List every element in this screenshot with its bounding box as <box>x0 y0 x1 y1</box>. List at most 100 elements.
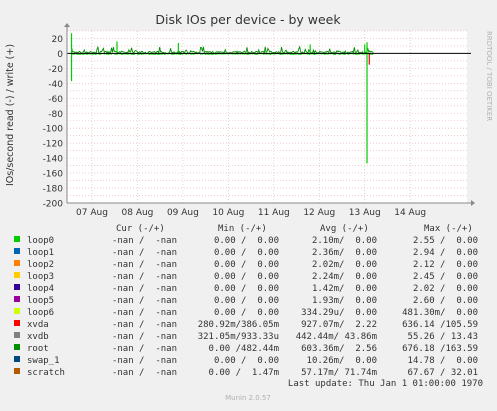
legend-name: loop2 <box>27 260 54 270</box>
header-max: Max (-/+) <box>424 224 473 234</box>
legend-name: root <box>27 344 49 354</box>
legend-cur: -nan / -nan <box>112 332 177 342</box>
header-cur: Cur (-/+) <box>116 224 165 234</box>
x-tick-label: 09 Aug <box>167 208 199 218</box>
legend-avg: 1.93m/ 0.00 <box>312 296 377 306</box>
y-tick-label: -100 <box>43 125 64 135</box>
legend-swatch <box>14 236 20 242</box>
legend-swatch <box>14 248 20 254</box>
legend-name: swap_1 <box>27 356 60 366</box>
y-tick-label: -200 <box>43 200 64 210</box>
x-tick-labels: 07 Aug 08 Aug 09 Aug 10 Aug 11 Aug 12 Aug 13 A… <box>76 208 426 218</box>
legend-max: 481.30m/ 0.00 <box>402 308 478 318</box>
legend-swatch <box>14 332 20 338</box>
header-avg: Avg (-/+) <box>320 224 369 234</box>
legend-cur: -nan / -nan <box>112 236 177 246</box>
legend-min: 0.00 /482.44m <box>209 344 279 354</box>
legend-max: 55.26 / 13.43 <box>408 332 478 342</box>
legend-swatch <box>14 260 20 266</box>
legend-table: Cur (-/+) Min (-/+) Avg (-/+) Max (-/+) … <box>14 224 478 378</box>
x-tick-label: 08 Aug <box>122 208 154 218</box>
legend-cur: -nan / -nan <box>112 272 177 282</box>
legend-max: 2.94 / 0.00 <box>413 248 478 258</box>
munin-graph: Disk IOs per device - by week RRDTOOL / … <box>0 0 497 407</box>
legend-cur: -nan / -nan <box>112 296 177 306</box>
legend-avg: 2.10m/ 0.00 <box>312 236 377 246</box>
legend-min: 280.92m/386.05m <box>198 320 279 330</box>
legend-avg: 927.07m/ 2.22 <box>301 320 377 330</box>
legend-cur: -nan / -nan <box>112 308 177 318</box>
y-axis-label: IOs/second read (-) / write (+) <box>5 44 16 186</box>
x-tick-label: 07 Aug <box>76 208 108 218</box>
legend-swatch <box>14 284 20 290</box>
legend-max: 67.67 / 32.01 <box>408 368 478 378</box>
legend-max: 2.12 / 0.00 <box>413 260 478 270</box>
x-tick-label: 13 Aug <box>349 208 381 218</box>
y-tick-label: -80 <box>48 110 63 120</box>
legend-avg: 2.24m/ 0.00 <box>312 272 377 282</box>
legend-min: 0.00 / 0.00 <box>214 272 279 282</box>
legend-avg: 2.02m/ 0.00 <box>312 260 377 270</box>
legend-swatch <box>14 308 20 314</box>
legend-max: 2.45 / 0.00 <box>413 272 478 282</box>
plot-area <box>67 31 467 203</box>
legend-avg: 57.17m/ 71.74m <box>301 368 377 378</box>
legend-cur: -nan / -nan <box>112 260 177 270</box>
chart-svg: Disk IOs per device - by week RRDTOOL / … <box>5 12 493 402</box>
y-tick-label: -60 <box>48 95 63 105</box>
legend-avg: 334.29u/ 0.00 <box>301 308 377 318</box>
y-tick-labels: 20 0 -20 -40 -60 -80 -100 -120 -140 -160 -180 -200 <box>43 35 64 210</box>
legend-cur: -nan / -nan <box>112 320 177 330</box>
y-tick-label: -40 <box>48 80 63 90</box>
legend-name: loop5 <box>27 296 54 306</box>
legend-cur: -nan / -nan <box>112 368 177 378</box>
legend-cur: -nan / -nan <box>112 284 177 294</box>
legend-avg: 442.44m/ 43.86m <box>296 332 377 342</box>
legend-cur: -nan / -nan <box>112 356 177 366</box>
legend-swatch <box>14 368 20 374</box>
side-label: RRDTOOL / TOBI OETIKER <box>485 31 493 121</box>
x-tick-label: 11 Aug <box>258 208 290 218</box>
legend-avg: 603.36m/ 2.56 <box>301 344 377 354</box>
legend-max: 2.60 / 0.00 <box>413 296 478 306</box>
y-tick-label: -160 <box>43 170 64 180</box>
legend-max: 2.02 / 0.00 <box>413 284 478 294</box>
legend-min: 0.00 / 0.00 <box>214 236 279 246</box>
y-tick-label: -140 <box>43 155 64 165</box>
legend-cur: -nan / -nan <box>112 344 177 354</box>
legend-min: 0.00 / 0.00 <box>214 356 279 366</box>
legend-name: scratch <box>27 368 65 378</box>
legend-swatch <box>14 320 20 326</box>
last-update: Last update: Thu Jan 1 01:00:00 1970 <box>288 379 483 389</box>
legend-min: 0.00 / 0.00 <box>214 248 279 258</box>
x-tick-label: 14 Aug <box>394 208 426 218</box>
legend-name: loop1 <box>27 248 54 258</box>
header-min: Min (-/+) <box>218 224 267 234</box>
legend-max: 676.18 /163.59 <box>402 344 478 354</box>
legend-min: 0.00 / 0.00 <box>214 284 279 294</box>
legend-swatch <box>14 356 20 362</box>
legend-name: xvdb <box>27 332 49 342</box>
legend-name: loop0 <box>27 236 54 246</box>
legend-cur: -nan / -nan <box>112 248 177 258</box>
y-tick-label: -20 <box>48 65 63 75</box>
legend-avg: 2.36m/ 0.00 <box>312 248 377 258</box>
legend-swatch <box>14 344 20 350</box>
legend-min: 0.00 / 0.00 <box>214 296 279 306</box>
x-axis-arrow <box>471 200 475 206</box>
legend-min: 0.00 / 0.00 <box>214 308 279 318</box>
legend-name: loop3 <box>27 272 54 282</box>
legend-max: 14.78 / 0.00 <box>408 356 478 366</box>
munin-version: Munin 2.0.57 <box>225 394 271 402</box>
x-tick-label: 12 Aug <box>303 208 335 218</box>
legend-name: loop6 <box>27 308 54 318</box>
y-tick-label: 20 <box>52 35 64 45</box>
y-axis-arrow <box>64 23 70 27</box>
legend-min: 0.00 / 0.00 <box>214 260 279 270</box>
legend-avg: 1.42m/ 0.00 <box>312 284 377 294</box>
y-tick-label: -120 <box>43 140 64 150</box>
legend-min: 321.05m/933.33u <box>198 332 279 342</box>
legend-swatch <box>14 296 20 302</box>
legend-swatch <box>14 272 20 278</box>
y-tick-label: -180 <box>43 185 64 195</box>
